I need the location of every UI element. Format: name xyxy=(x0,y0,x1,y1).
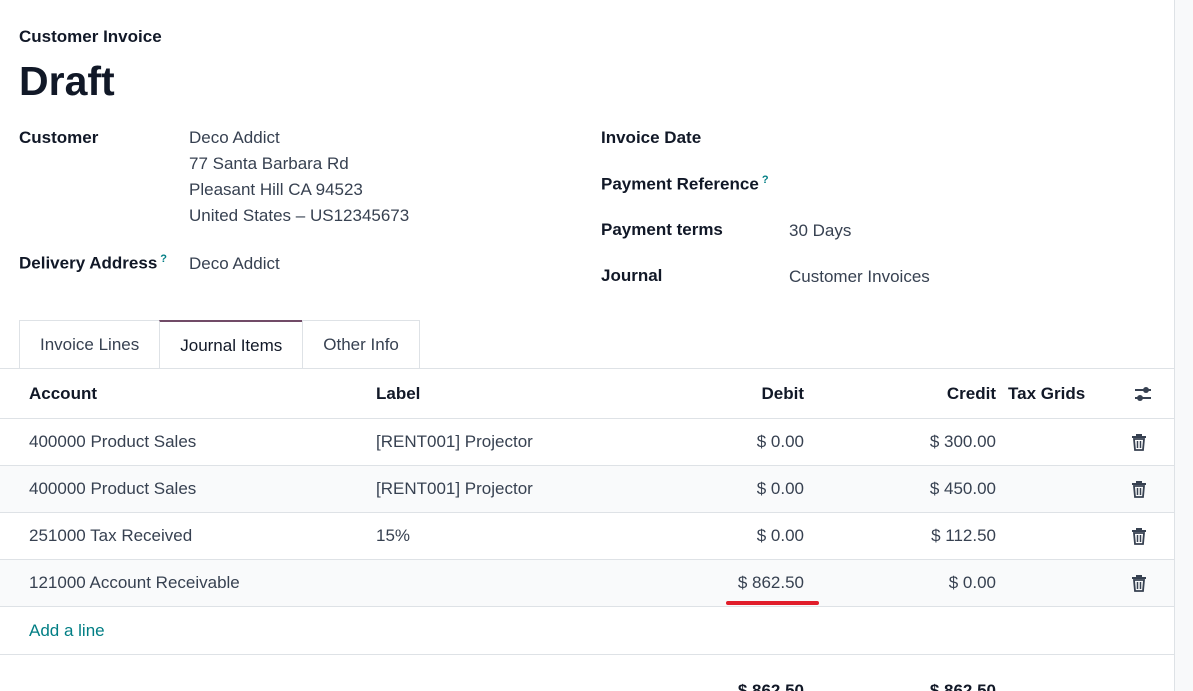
add-line-row: Add a line xyxy=(0,607,1174,655)
column-header-tax-grids[interactable]: Tax Grids xyxy=(1008,369,1085,418)
customer-field[interactable]: Deco Addict 77 Santa Barbara Rd Pleasant… xyxy=(189,125,409,229)
row-label[interactable]: [RENT001] Projector xyxy=(376,419,533,465)
customer-label: Customer xyxy=(19,128,99,147)
row-credit[interactable]: $ 112.50 xyxy=(931,513,996,559)
table-row[interactable]: 400000 Product Sales [RENT001] Projector… xyxy=(0,419,1174,466)
row-debit[interactable]: $ 0.00 xyxy=(757,513,804,559)
delete-row-button[interactable] xyxy=(1130,466,1148,512)
payment-reference-help-icon[interactable]: ? xyxy=(762,174,769,186)
payment-terms-label: Payment terms xyxy=(601,220,723,239)
add-a-line-link[interactable]: Add a line xyxy=(29,607,105,654)
invoice-state-title: Draft xyxy=(19,58,115,104)
tab-journal-items[interactable]: Journal Items xyxy=(159,320,304,369)
column-header-credit[interactable]: Credit xyxy=(947,369,996,418)
delete-row-button[interactable] xyxy=(1130,560,1148,606)
row-debit[interactable]: $ 0.00 xyxy=(757,419,804,465)
trash-icon[interactable] xyxy=(1130,433,1148,451)
customer-address-line-3: United States – US12345673 xyxy=(189,206,410,225)
trash-icon[interactable] xyxy=(1130,480,1148,498)
column-header-debit[interactable]: Debit xyxy=(762,369,805,418)
column-header-account[interactable]: Account xyxy=(29,369,97,418)
row-credit[interactable]: $ 300.00 xyxy=(930,419,996,465)
document-type: Customer Invoice xyxy=(19,27,162,46)
table-row[interactable]: 251000 Tax Received 15% $ 0.00 $ 112.50 xyxy=(0,513,1174,560)
payment-reference-field[interactable] xyxy=(789,172,1129,196)
sliders-icon[interactable] xyxy=(1133,385,1153,403)
journal-field[interactable]: Customer Invoices xyxy=(789,267,930,287)
payment-reference-label-text: Payment Reference xyxy=(601,174,759,194)
table-row[interactable]: 400000 Product Sales [RENT001] Projector… xyxy=(0,466,1174,513)
journal-items-table: Account Label Debit Credit Tax Grids 400… xyxy=(0,369,1174,691)
total-credit: $ 862.50 xyxy=(929,681,996,691)
row-debit[interactable]: $ 0.00 xyxy=(757,466,804,512)
trash-icon[interactable] xyxy=(1130,574,1148,592)
invoice-date-field[interactable] xyxy=(789,126,1129,150)
payment-reference-label: Payment Reference? xyxy=(601,174,769,195)
payment-terms-field[interactable]: 30 Days xyxy=(789,221,851,241)
customer-name[interactable]: Deco Addict xyxy=(189,125,409,151)
invoice-form-sheet: Customer Invoice Draft Customer Deco Add… xyxy=(0,0,1174,691)
row-label[interactable]: [RENT001] Projector xyxy=(376,466,533,512)
tab-invoice-lines[interactable]: Invoice Lines xyxy=(19,320,161,369)
optional-columns-toggle[interactable] xyxy=(1133,369,1153,418)
column-header-label[interactable]: Label xyxy=(376,369,420,418)
row-credit[interactable]: $ 0.00 xyxy=(949,560,996,606)
row-debit[interactable]: $ 862.50 xyxy=(738,560,804,606)
trash-icon[interactable] xyxy=(1130,527,1148,545)
table-row[interactable]: 121000 Account Receivable $ 862.50 $ 0.0… xyxy=(0,560,1174,607)
row-label[interactable]: 15% xyxy=(376,513,410,559)
delivery-address-field[interactable]: Deco Addict xyxy=(189,254,280,274)
delivery-address-help-icon[interactable]: ? xyxy=(160,253,167,265)
table-header-row: Account Label Debit Credit Tax Grids xyxy=(0,369,1174,419)
row-account[interactable]: 400000 Product Sales xyxy=(29,466,196,512)
delete-row-button[interactable] xyxy=(1130,419,1148,465)
row-account[interactable]: 400000 Product Sales xyxy=(29,419,196,465)
journal-label: Journal xyxy=(601,266,663,285)
tab-other-info[interactable]: Other Info xyxy=(302,320,420,369)
customer-address-line-2: Pleasant Hill CA 94523 xyxy=(189,180,363,199)
delivery-address-label: Delivery Address? xyxy=(19,253,167,274)
notebook-tabs: Invoice Lines Journal Items Other Info xyxy=(19,320,420,369)
delete-row-button[interactable] xyxy=(1130,513,1148,559)
delivery-address-label-text: Delivery Address xyxy=(19,253,158,273)
scrollbar-track[interactable] xyxy=(1175,0,1193,691)
row-account[interactable]: 251000 Tax Received xyxy=(29,513,192,559)
invoice-date-label: Invoice Date xyxy=(601,128,702,147)
total-debit: $ 862.50 xyxy=(737,681,804,691)
customer-address-line-1: 77 Santa Barbara Rd xyxy=(189,154,349,173)
highlight-annotation-underline xyxy=(726,601,819,605)
totals-row: $ 862.50 $ 862.50 xyxy=(0,655,1174,691)
row-credit[interactable]: $ 450.00 xyxy=(930,466,996,512)
row-account[interactable]: 121000 Account Receivable xyxy=(29,560,240,606)
